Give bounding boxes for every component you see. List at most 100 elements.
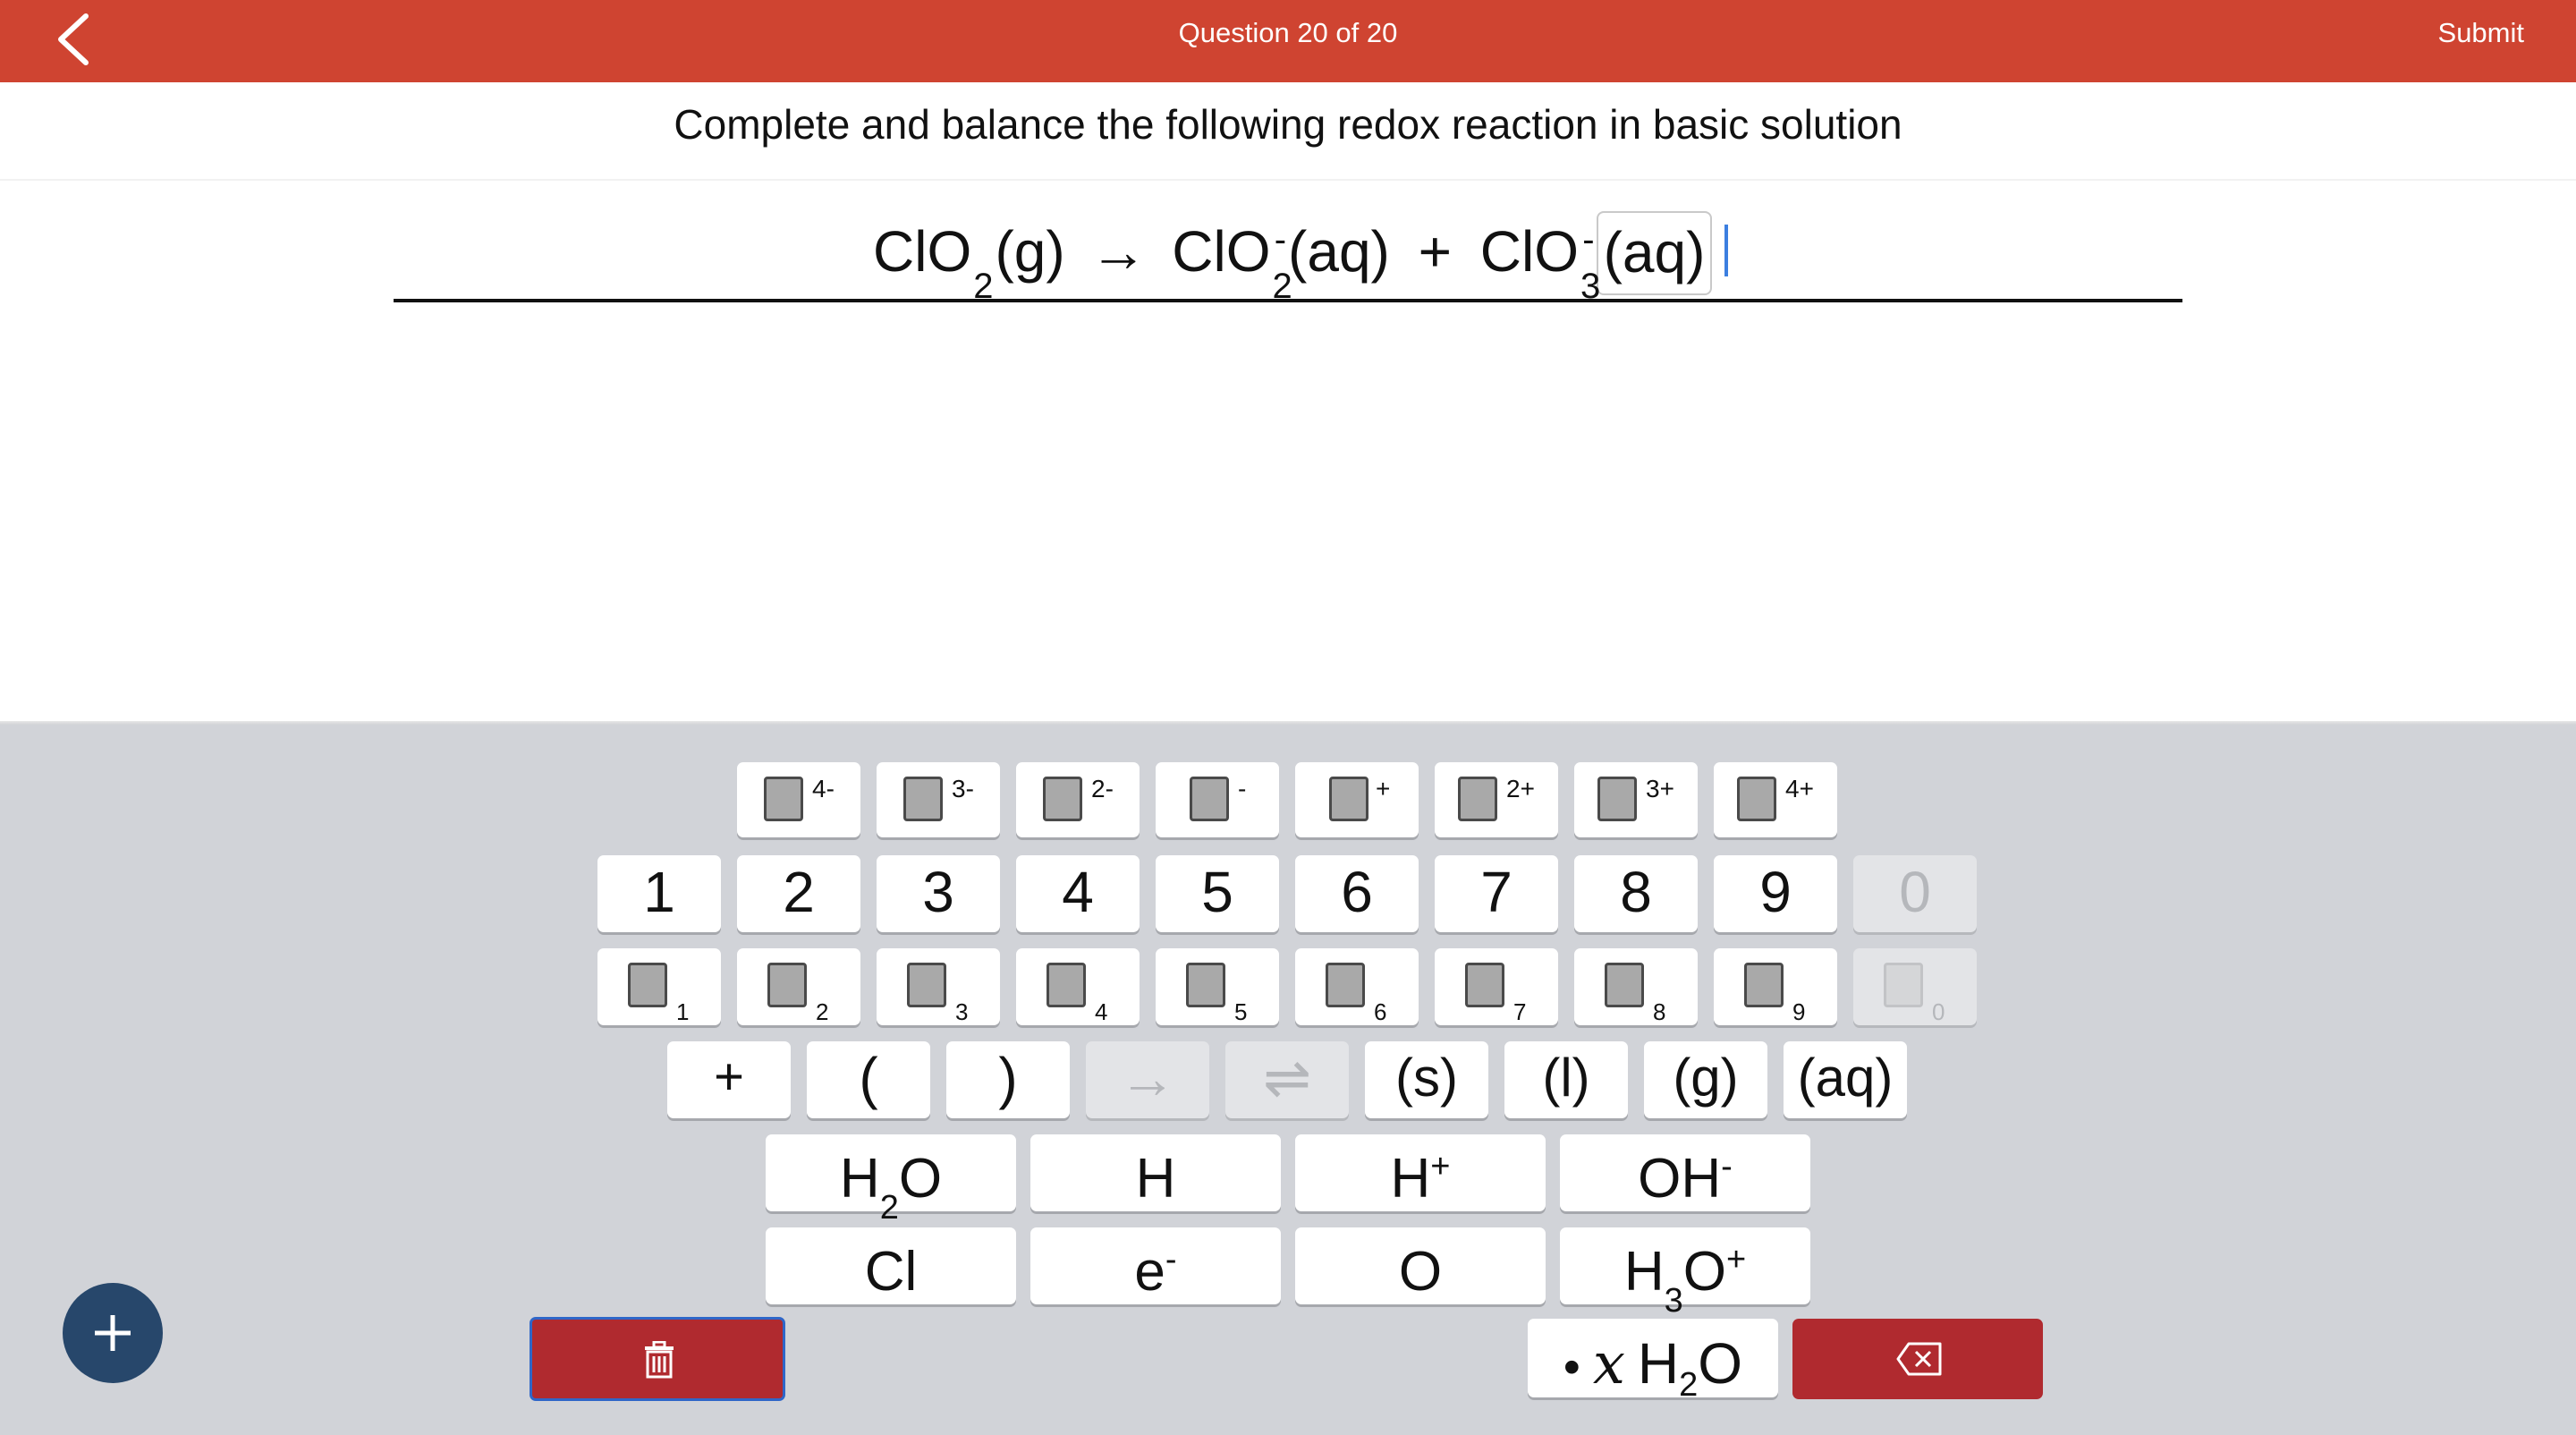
plus-icon [95,1315,131,1351]
subscript-label: 2 [816,998,829,1025]
charge-key-4-minus[interactable]: 4- [737,762,860,837]
key-label-tail: O [1698,1331,1743,1396]
oxygen-key[interactable]: O [1295,1227,1546,1304]
digit-label: 5 [1201,860,1233,924]
digit-key-8[interactable]: 8 [1574,855,1698,932]
digit-key-9[interactable]: 9 [1714,855,1837,932]
product1-state: (aq) [1288,219,1390,284]
placeholder-box-icon [1597,777,1637,821]
key-label: H [839,1148,880,1210]
product2-formula: ClO [1479,219,1580,284]
right-paren-key[interactable]: ) [946,1041,1070,1118]
state-solid-key[interactable]: (s) [1365,1041,1488,1118]
charge-label: + [1376,775,1391,802]
digit-key-7[interactable]: 7 [1435,855,1558,932]
key-label: H [1390,1148,1431,1210]
digit-key-6[interactable]: 6 [1295,855,1419,932]
placeholder-box-icon [628,963,667,1007]
digit-key-5[interactable]: 5 [1156,855,1279,932]
charge-label: 4+ [1785,775,1814,802]
hydrogen-key[interactable]: H [1030,1134,1281,1211]
equation-answer-field[interactable]: ClO2(g) → ClO2-(aq) + ClO3- (aq) [873,211,1729,306]
digit-key-4[interactable]: 4 [1016,855,1140,932]
hydronium-key[interactable]: H3O+ [1560,1227,1810,1320]
digit-key-1[interactable]: 1 [597,855,721,932]
clear-button[interactable] [530,1317,785,1401]
digit-key-0[interactable]: 0 [1853,855,1977,932]
charge-key-3-plus[interactable]: 3+ [1574,762,1698,837]
subscript-key-5[interactable]: 5 [1156,948,1279,1025]
subscript-label: 9 [1792,998,1806,1025]
placeholder-box-icon [1737,777,1776,821]
subscript-key-3[interactable]: 3 [877,948,1000,1025]
left-paren-key[interactable]: ( [807,1041,930,1118]
placeholder-box-icon [1329,777,1368,821]
charge-label: 3- [952,775,974,802]
add-button[interactable] [63,1283,163,1383]
key-label: ( [859,1046,878,1110]
subscript-key-7[interactable]: 7 [1435,948,1558,1025]
electron-key[interactable]: e- [1030,1227,1281,1304]
submit-button[interactable]: Submit [2438,0,2524,66]
charge-key-plus[interactable]: + [1295,762,1419,837]
backspace-icon [1896,1342,1942,1376]
backspace-button[interactable] [1792,1319,2043,1399]
question-counter: Question 20 of 20 [1178,17,1398,48]
placeholder-box-icon [1190,777,1229,821]
selected-state-box[interactable]: (aq) [1596,211,1713,295]
placeholder-box-icon [767,963,807,1007]
key-label: (g) [1673,1048,1739,1108]
key-label: H [1637,1331,1680,1396]
proton-key[interactable]: H+ [1295,1134,1546,1211]
subscript-key-6[interactable]: 6 [1295,948,1419,1025]
equilibrium-arrow-key[interactable]: ⇌ [1225,1041,1349,1118]
charge-key-3-minus[interactable]: 3- [877,762,1000,837]
subscript-key-1[interactable]: 1 [597,948,721,1025]
placeholder-box-icon [1465,963,1504,1007]
digit-label: 9 [1759,860,1792,924]
state-liquid-key[interactable]: (l) [1504,1041,1628,1118]
placeholder-box-icon [1046,963,1086,1007]
charge-key-2-plus[interactable]: 2+ [1435,762,1558,837]
charge-key-4-plus[interactable]: 4+ [1714,762,1837,837]
key-superscript: + [1430,1148,1451,1185]
digit-label: 4 [1062,860,1094,924]
subscript-key-2[interactable]: 2 [737,948,860,1025]
digit-key-2[interactable]: 2 [737,855,860,932]
reaction-arrow-key[interactable]: → [1086,1041,1209,1118]
digit-label: 2 [783,860,815,924]
plus-key[interactable]: + [667,1041,791,1118]
answer-underline [394,299,2182,302]
equation-plus: + [1418,219,1453,284]
state-aqueous-key[interactable]: (aq) [1784,1041,1907,1118]
placeholder-box-icon [764,777,803,821]
water-key[interactable]: H2O [766,1134,1016,1227]
digit-label: 1 [643,860,675,924]
chlorine-key[interactable]: Cl [766,1227,1016,1304]
key-label-tail: O [898,1148,943,1210]
key-label: Cl [864,1241,918,1303]
digit-key-3[interactable]: 3 [877,855,1000,932]
bullet-glyph: • [1563,1340,1580,1394]
hydrate-key[interactable]: • x H2O [1528,1319,1778,1404]
subscript-key-8[interactable]: 8 [1574,948,1698,1025]
key-label: H [1623,1241,1665,1303]
charge-key-minus[interactable]: - [1156,762,1279,837]
reaction-arrow: → [1089,219,1148,284]
subscript-key-4[interactable]: 4 [1016,948,1140,1025]
hydroxide-key[interactable]: OH- [1560,1134,1810,1211]
divider [0,179,2576,181]
subscript-key-9[interactable]: 9 [1714,948,1837,1025]
variable-x: x [1592,1331,1625,1397]
charge-key-2-minus[interactable]: 2- [1016,762,1140,837]
subscript-label: 4 [1095,998,1108,1025]
subscript-key-0[interactable]: 0 [1853,948,1977,1025]
reactant-formula: ClO [873,219,972,284]
key-label: H [1135,1148,1176,1210]
subscript-label: 0 [1932,998,1945,1025]
state-gas-key[interactable]: (g) [1644,1041,1767,1118]
charge-label: 4- [812,775,835,802]
key-label: → [1119,1046,1176,1110]
key-superscript: + [1725,1241,1747,1278]
charge-label: 3+ [1646,775,1674,802]
